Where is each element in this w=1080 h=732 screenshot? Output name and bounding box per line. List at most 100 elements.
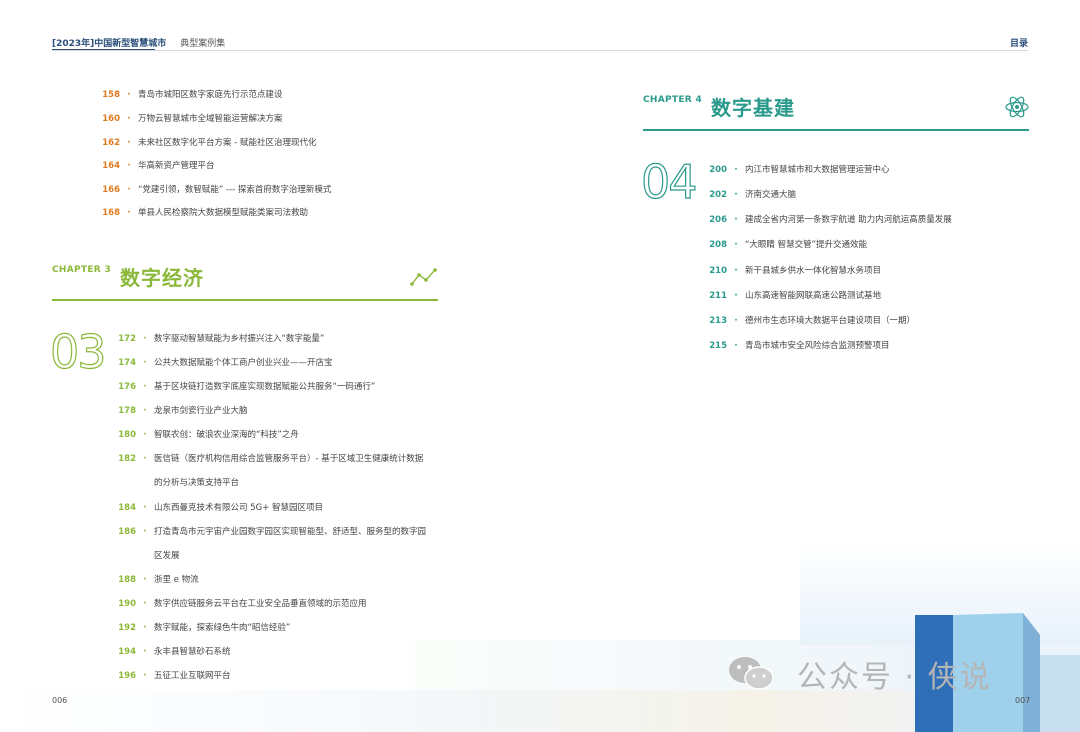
toc-page-number: 215 — [709, 341, 727, 351]
toc-entry[interactable]: 166 · “党建引领，数智赋能” --- 探索首府数字治理新模式 — [96, 184, 331, 196]
toc-page-number: 180 — [118, 430, 136, 440]
toc-page-number: 206 — [709, 215, 727, 225]
chapter4-label: CHAPTER 4 — [643, 95, 703, 105]
chapter4-number: 04 — [640, 154, 698, 209]
toc-entry[interactable]: 186 · 打造青岛市元宇宙产业园数字园区实现智能型、舒适型、服务型的数字园 — [112, 526, 426, 538]
toc-entry-title: 医信链（医疗机构信用综合监管服务平台）- 基于区域卫生健康统计数据 — [154, 454, 424, 464]
toc-entry[interactable]: 192 · 数字赋能，探索绿色牛肉“昭信经验” — [112, 622, 290, 634]
toc-entry-title: 内江市智慧城市和大数据管理运营中心 — [745, 165, 890, 175]
toc-page-number — [112, 477, 136, 489]
toc-page-number: 194 — [118, 647, 136, 657]
bullet-icon: · — [143, 599, 147, 609]
toc-entry[interactable]: 168 · 单县人民检察院大数据模型赋能类案司法救助 — [96, 207, 308, 219]
chapter4-title: 数字基建 — [711, 96, 795, 120]
watermark-text: 公众号 · 侠说 — [797, 660, 992, 695]
toc-entry-title: 山东西曼克技术有限公司 5G+ 智慧园区项目 — [154, 503, 324, 513]
watermark: 公众号 · 侠说 — [727, 652, 992, 696]
toc-entry-title: 的分析与决策支持平台 — [154, 478, 240, 488]
toc-entry-title: 单县人民检察院大数据模型赋能类案司法救助 — [138, 208, 309, 218]
toc-page-number: 162 — [102, 138, 120, 148]
toc-entry[interactable]: 164 · 华高新资产管理平台 — [96, 160, 215, 172]
toc-page-number: 196 — [118, 671, 136, 681]
section-name: 典型案例集 — [180, 39, 226, 49]
chapter4-rule — [643, 129, 1029, 131]
chapter3-number: 03 — [49, 324, 107, 379]
toc-entry[interactable]: 206 · 建成全省内河第一条数字航道 助力内河航运高质量发展 — [703, 214, 952, 226]
toc-entry-title: 万物云智慧城市全域智能运营解决方案 — [138, 114, 283, 124]
toc-entry[interactable]: 196 · 五征工业互联网平台 — [112, 670, 231, 682]
bullet-icon: · — [734, 266, 738, 276]
toc-entry-title: 华高新资产管理平台 — [138, 161, 215, 171]
toc-entry[interactable]: 176 · 基于区块链打造数字底座实现数据赋能公共服务“一码通行” — [112, 381, 375, 393]
toc-page-number: 202 — [709, 190, 727, 200]
toc-entry-title: 建成全省内河第一条数字航道 助力内河航运高质量发展 — [745, 215, 952, 225]
running-header: [2023年]中国新型智慧城市 典型案例集 — [52, 36, 225, 49]
bullet-icon: · — [127, 90, 131, 100]
toc-entry[interactable]: 174 · 公共大数据赋能个体工商户创业兴业——开店宝 — [112, 357, 333, 369]
toc-entry-title: 基于区块链打造数字底座实现数据赋能公共服务“一码通行” — [154, 382, 376, 392]
toc-page-number: 176 — [118, 382, 136, 392]
toc-entry-title: 永丰县智慧砂石系统 — [154, 647, 231, 657]
toc-entry[interactable]: 162 · 未来社区数字化平台方案 - 赋能社区治理现代化 — [96, 137, 316, 149]
toc-entry-title: 浙里 e 物流 — [154, 575, 199, 585]
toc-entry[interactable]: 190 · 数字供应链服务云平台在工业安全品垂直领域的示范应用 — [112, 598, 366, 610]
toc-entry[interactable]: 180 · 智联农创：破浪农业深海的“科技”之舟 — [112, 429, 299, 441]
atom-icon — [1005, 96, 1029, 118]
toc-page-number: 166 — [102, 185, 120, 195]
bullet-icon: · — [143, 430, 147, 440]
line-chart-icon — [410, 268, 437, 286]
bullet-icon: · — [127, 138, 131, 148]
chapter3-rule — [52, 299, 438, 301]
toc-entry[interactable]: 172 · 数字驱动智慧赋能为乡村振兴注入“数字能量” — [112, 333, 324, 345]
bullet-icon: · — [143, 647, 147, 657]
bullet-icon: · — [734, 316, 738, 326]
toc-entry[interactable]: 178 · 龙泉市剑瓷行业产业大脑 — [112, 405, 248, 417]
bullet-icon: · — [734, 215, 738, 225]
toc-entry-title: 德州市生态环境大数据平台建设项目（一期） — [745, 316, 916, 326]
bullet-icon: · — [143, 575, 147, 585]
toc-entry[interactable]: 211 · 山东高速智能网联高速公路测试基地 — [703, 290, 881, 302]
toc-entry-title: 公共大数据赋能个体工商户创业兴业——开店宝 — [154, 358, 333, 368]
toc-entry-title: “大眼睛 智慧交管”提升交通效能 — [745, 240, 868, 250]
toc-entry[interactable]: 182 · 医信链（医疗机构信用综合监管服务平台）- 基于区域卫生健康统计数据 — [112, 453, 423, 465]
header-divider — [52, 50, 1028, 51]
toc-page-number: 188 — [118, 575, 136, 585]
toc-page-number: 160 — [102, 114, 120, 124]
toc-entry[interactable]: 210 · 新干县城乡供水一体化智慧水务项目 — [703, 265, 881, 277]
toc-entry[interactable]: 194 · 永丰县智慧砂石系统 — [112, 646, 231, 658]
toc-entry[interactable]: 213 · 德州市生态环境大数据平台建设项目（一期） — [703, 315, 915, 327]
bullet-icon: · — [127, 161, 131, 171]
toc-entry-title: 新干县城乡供水一体化智慧水务项目 — [745, 266, 882, 276]
toc-entry-title: 济南交通大脑 — [745, 190, 797, 200]
toc-link[interactable]: 目录 — [1010, 36, 1028, 49]
toc-page-number: 211 — [709, 291, 727, 301]
bullet-icon: · — [734, 240, 738, 250]
toc-entry[interactable]: 200 · 内江市智慧城市和大数据管理运营中心 — [703, 164, 890, 176]
toc-entry-title: 龙泉市剑瓷行业产业大脑 — [154, 406, 248, 416]
toc-entry[interactable]: 158 · 青岛市城阳区数字家庭先行示范点建设 — [96, 89, 283, 101]
toc-page-number: 178 — [118, 406, 136, 416]
bullet-icon: · — [143, 406, 147, 416]
toc-entry-title: 青岛市城阳区数字家庭先行示范点建设 — [138, 90, 283, 100]
toc-entry[interactable]: 215 · 青岛市城市安全风险综合监测预警项目 — [703, 340, 889, 352]
toc-entry-continuation[interactable]: 的分析与决策支持平台 — [112, 477, 239, 489]
toc-entry-continuation[interactable]: 区发展 — [112, 550, 180, 562]
bullet-icon: · — [143, 358, 147, 368]
bullet-icon: · — [127, 208, 131, 218]
bullet-icon: · — [734, 341, 738, 351]
left-page-number: 006 — [52, 696, 68, 705]
toc-entry[interactable]: 160 · 万物云智慧城市全域智能运营解决方案 — [96, 113, 283, 125]
toc-entry-title: 山东高速智能网联高速公路测试基地 — [745, 291, 882, 301]
toc-entry[interactable]: 208 · “大眼睛 智慧交管”提升交通效能 — [703, 239, 867, 251]
toc-page-number: 172 — [118, 334, 136, 344]
toc-entry-title: 数字赋能，探索绿色牛肉“昭信经验” — [154, 623, 291, 633]
bullet-icon: · — [127, 185, 131, 195]
toc-entry[interactable]: 188 · 浙里 e 物流 — [112, 574, 199, 586]
toc-entry[interactable]: 202 · 济南交通大脑 — [703, 189, 796, 201]
toc-page-number: 158 — [102, 90, 120, 100]
toc-entry-title: 五征工业互联网平台 — [154, 671, 231, 681]
toc-page-number: 182 — [118, 454, 136, 464]
bullet-icon: · — [143, 503, 147, 513]
toc-entry[interactable]: 184 · 山东西曼克技术有限公司 5G+ 智慧园区项目 — [112, 502, 323, 514]
bullet-icon: · — [143, 623, 147, 633]
